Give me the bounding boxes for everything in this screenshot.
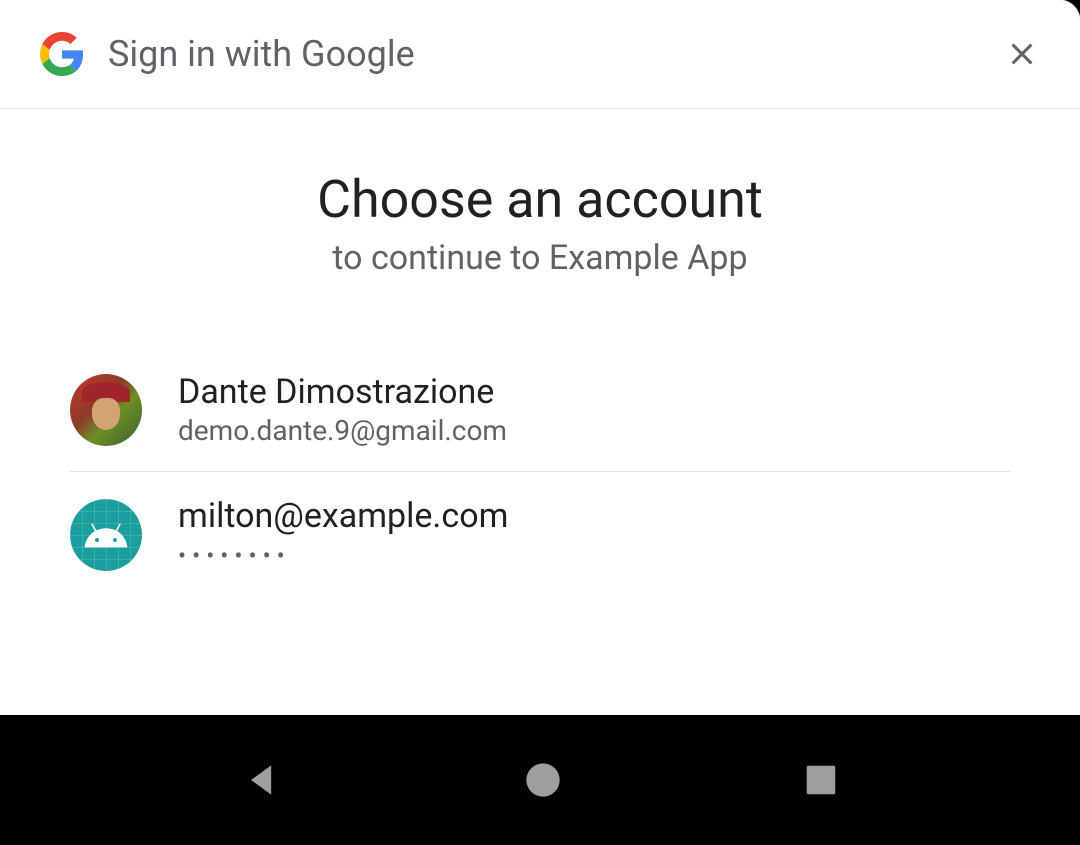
back-triangle-icon	[240, 758, 284, 802]
dialog-header: Sign in with Google	[0, 0, 1080, 109]
account-item-dante[interactable]: Dante Dimostrazione demo.dante.9@gmail.c…	[70, 348, 1010, 471]
account-email: demo.dante.9@gmail.com	[178, 414, 507, 447]
account-list: Dante Dimostrazione demo.dante.9@gmail.c…	[70, 348, 1010, 598]
navigation-bar	[0, 715, 1080, 845]
google-logo-icon	[40, 32, 84, 76]
square-icon	[802, 761, 840, 799]
account-text: milton@example.com ••••••••	[178, 496, 508, 574]
page-title: Choose an account	[70, 169, 1010, 230]
home-button[interactable]	[523, 760, 563, 800]
avatar	[70, 374, 142, 446]
home-circle-icon	[523, 760, 563, 800]
account-name: Dante Dimostrazione	[178, 372, 507, 412]
recent-apps-button[interactable]	[802, 761, 840, 799]
account-text: Dante Dimostrazione demo.dante.9@gmail.c…	[178, 372, 507, 447]
account-name: milton@example.com	[178, 496, 508, 536]
android-icon	[82, 517, 130, 553]
account-password-dots: ••••••••	[178, 538, 508, 574]
close-button[interactable]	[1004, 36, 1040, 72]
page-subtitle: to continue to Example App	[70, 238, 1010, 278]
dialog-title: Sign in with Google	[108, 33, 1004, 75]
dialog-content: Choose an account to continue to Example…	[0, 109, 1080, 715]
close-icon	[1004, 36, 1040, 72]
avatar	[70, 499, 142, 571]
account-item-milton[interactable]: milton@example.com ••••••••	[70, 471, 1010, 598]
back-button[interactable]	[240, 758, 284, 802]
